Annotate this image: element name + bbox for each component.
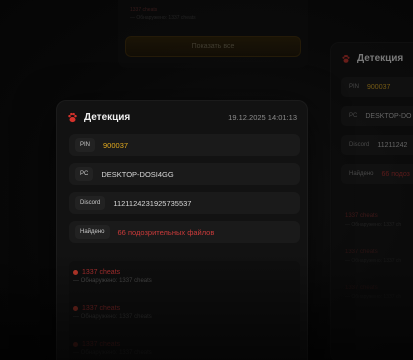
right-card-header: Детекция — [341, 53, 403, 64]
info-row-discord: Discord 1121124231925735537 — [69, 192, 300, 214]
row-key-chip: PIN — [75, 138, 96, 152]
right-row-value: 900037 — [367, 83, 391, 91]
row-key-chip: Discord — [75, 196, 106, 210]
bg-item-name: 1337 cheats — [130, 7, 158, 13]
info-row-pc: PC DESKTOP-DOSI4GG — [69, 163, 300, 185]
alert-dot-icon — [73, 306, 78, 311]
bg-item-detail: — Обнаружено: 1337 cheats — [130, 15, 196, 21]
right-row-value: 11211242 — [377, 141, 408, 149]
item-detail: — Обнаружено: 1337 cheats — [73, 314, 152, 320]
item-detail: — Обнаружено: 1337 cheats — [73, 350, 152, 356]
right-row-key: PIN — [349, 84, 360, 90]
right-item-name: 1337 cheats — [345, 213, 378, 219]
right-row-value: 66 подоз — [381, 170, 410, 178]
right-row-found: Найдено 66 подоз — [341, 164, 413, 184]
right-item-detail: — Обнаружено: 1337 ch — [345, 258, 402, 264]
right-row-key: Найдено — [349, 171, 374, 177]
app-stage: 1337 cheats — Обнаружено: 1337 cheats По… — [0, 0, 413, 360]
right-row-value: DESKTOP-DO — [365, 112, 412, 120]
list-item[interactable]: 1337 cheats — Обнаружено: 1337 cheats — [73, 305, 152, 320]
paw-icon — [68, 112, 77, 122]
detection-datetime: 19.12.2025 14:01:13 — [228, 112, 297, 122]
discord-value: 1121124231925735537 — [113, 198, 192, 208]
detection-card: Детекция 19.12.2025 14:01:13 PIN 900037 … — [56, 100, 308, 360]
background-detection-card-top: 1337 cheats — Обнаружено: 1337 cheats По… — [118, 0, 308, 68]
pin-value: 900037 — [103, 140, 129, 150]
list-item[interactable]: 1337 cheats — Обнаружено: 1337 cheats — [73, 269, 152, 284]
info-row-found: Найдено 66 подозрительных файлов — [69, 221, 300, 243]
list-item[interactable]: 1337 cheats — Обнаружено: 1337 cheats — [73, 341, 152, 356]
detections-list[interactable]: 1337 cheats — Обнаружено: 1337 cheats 13… — [69, 261, 300, 360]
right-row-pin: PIN 900037 — [341, 77, 413, 97]
pc-value: DESKTOP-DOSI4GG — [101, 169, 174, 179]
right-item-detail: — Обнаружено: 1337 ch — [345, 222, 402, 228]
show-all-button[interactable]: Показать все — [125, 36, 301, 57]
paw-icon — [342, 54, 350, 63]
right-row-key: PC — [349, 113, 358, 119]
alert-dot-icon — [73, 342, 78, 347]
right-row-discord: Discord 11211242 — [341, 135, 413, 155]
background-detection-card-right: Детекция PIN 900037 PC DESKTOP-DO Discor… — [330, 42, 413, 360]
found-files-value: 66 подозрительных файлов — [117, 227, 215, 237]
detection-card-header: Детекция 19.12.2025 14:01:13 — [67, 110, 297, 124]
right-row-key: Discord — [349, 142, 370, 148]
right-card-title: Детекция — [357, 53, 404, 64]
item-detail: — Обнаружено: 1337 cheats — [73, 278, 152, 284]
item-name: 1337 cheats — [82, 305, 121, 312]
card-title: Детекция — [84, 111, 131, 123]
info-row-pin: PIN 900037 — [69, 134, 300, 156]
right-item-detail: — Обнаружено: 1337 ch — [345, 294, 402, 300]
row-key-chip: PC — [75, 167, 94, 181]
item-name: 1337 cheats — [82, 269, 121, 276]
alert-dot-icon — [73, 270, 78, 275]
item-name: 1337 cheats — [82, 341, 121, 348]
right-item-name: 1337 cheats — [345, 249, 378, 255]
row-key-chip: Найдено — [75, 225, 110, 239]
right-row-pc: PC DESKTOP-DO — [341, 106, 413, 126]
right-item-name: 1337 cheats — [345, 285, 378, 291]
